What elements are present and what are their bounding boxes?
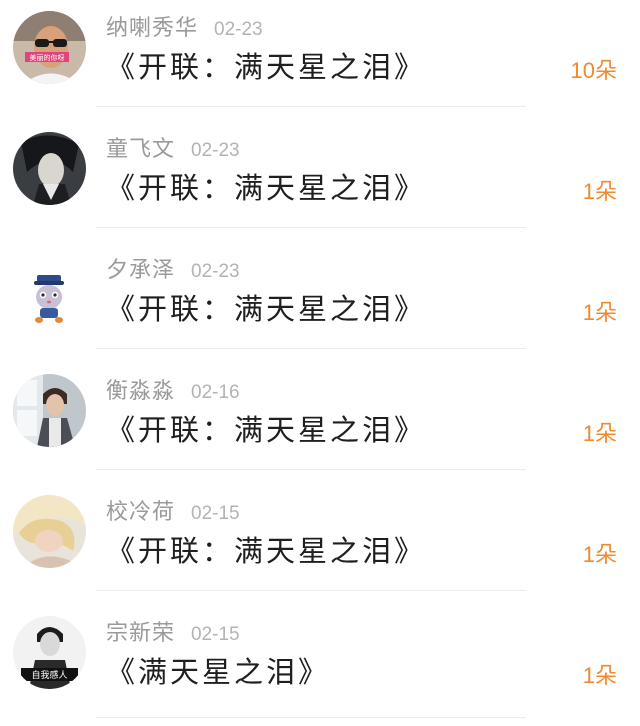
avatar-man-sunglasses-icon: 美丽的你呀 [13,11,86,84]
divider [96,106,526,107]
user-name[interactable]: 纳喇秀华 [106,16,198,41]
gift-title[interactable]: 《满天星之泪》 [106,649,330,691]
avatar-woman-blonde-icon [13,495,86,568]
user-name[interactable]: 童飞文 [106,137,175,162]
flower-count: 1朵 [582,179,617,204]
avatar-anime-dark-icon [13,132,86,205]
list-item[interactable]: 自我感人 宗新荣 02-15 《满天星之泪》 1朵 [0,605,640,726]
gift-date: 02-15 [191,503,240,524]
avatar-badge: 美丽的你呀 [30,53,65,62]
user-name[interactable]: 夕承泽 [106,258,175,283]
flower-count: 1朵 [582,421,617,446]
divider [96,348,526,349]
flower-count: 10朵 [570,58,617,83]
avatar-man-bw-icon: 自我感人 [13,616,86,689]
gift-date: 02-16 [191,382,240,403]
divider [96,227,526,228]
gift-title[interactable]: 《开联：满天星之泪》 [106,165,426,207]
avatar-man-window-icon [13,374,86,447]
user-name[interactable]: 宗新荣 [106,621,175,646]
gift-date: 02-15 [191,624,240,645]
avatar[interactable] [13,495,86,568]
user-name[interactable]: 衡淼淼 [106,379,175,404]
avatar[interactable] [13,132,86,205]
gift-title[interactable]: 《开联：满天星之泪》 [106,528,426,570]
list-item[interactable]: 美丽的你呀 纳喇秀华 02-23 《开联：满天星之泪》 10朵 [0,0,640,121]
avatar[interactable] [13,253,86,326]
user-name[interactable]: 校冷荷 [106,500,175,525]
flower-count: 1朵 [582,663,617,688]
flower-count: 1朵 [582,300,617,325]
divider [96,717,526,718]
gift-list: 美丽的你呀 纳喇秀华 02-23 《开联：满天星之泪》 10朵 童飞文 02-23 … [0,0,640,722]
flower-count: 1朵 [582,542,617,567]
list-item[interactable]: 校冷荷 02-15 《开联：满天星之泪》 1朵 [0,484,640,605]
avatar[interactable] [13,374,86,447]
gift-title[interactable]: 《开联：满天星之泪》 [106,286,426,328]
gift-title[interactable]: 《开联：满天星之泪》 [106,407,426,449]
list-item[interactable]: 童飞文 02-23 《开联：满天星之泪》 1朵 [0,121,640,242]
avatar-badge: 自我感人 [31,669,67,681]
gift-date: 02-23 [191,261,240,282]
list-item[interactable]: 夕承泽 02-23 《开联：满天星之泪》 1朵 [0,242,640,363]
avatar[interactable]: 自我感人 [13,616,86,689]
list-item[interactable]: 衡淼淼 02-16 《开联：满天星之泪》 1朵 [0,363,640,484]
gift-date: 02-23 [191,140,240,161]
divider [96,590,526,591]
gift-title[interactable]: 《开联：满天星之泪》 [106,44,426,86]
divider [96,469,526,470]
avatar-cartoon-rabbit-icon [13,253,86,326]
gift-date: 02-23 [214,19,263,40]
avatar[interactable]: 美丽的你呀 [13,11,86,84]
